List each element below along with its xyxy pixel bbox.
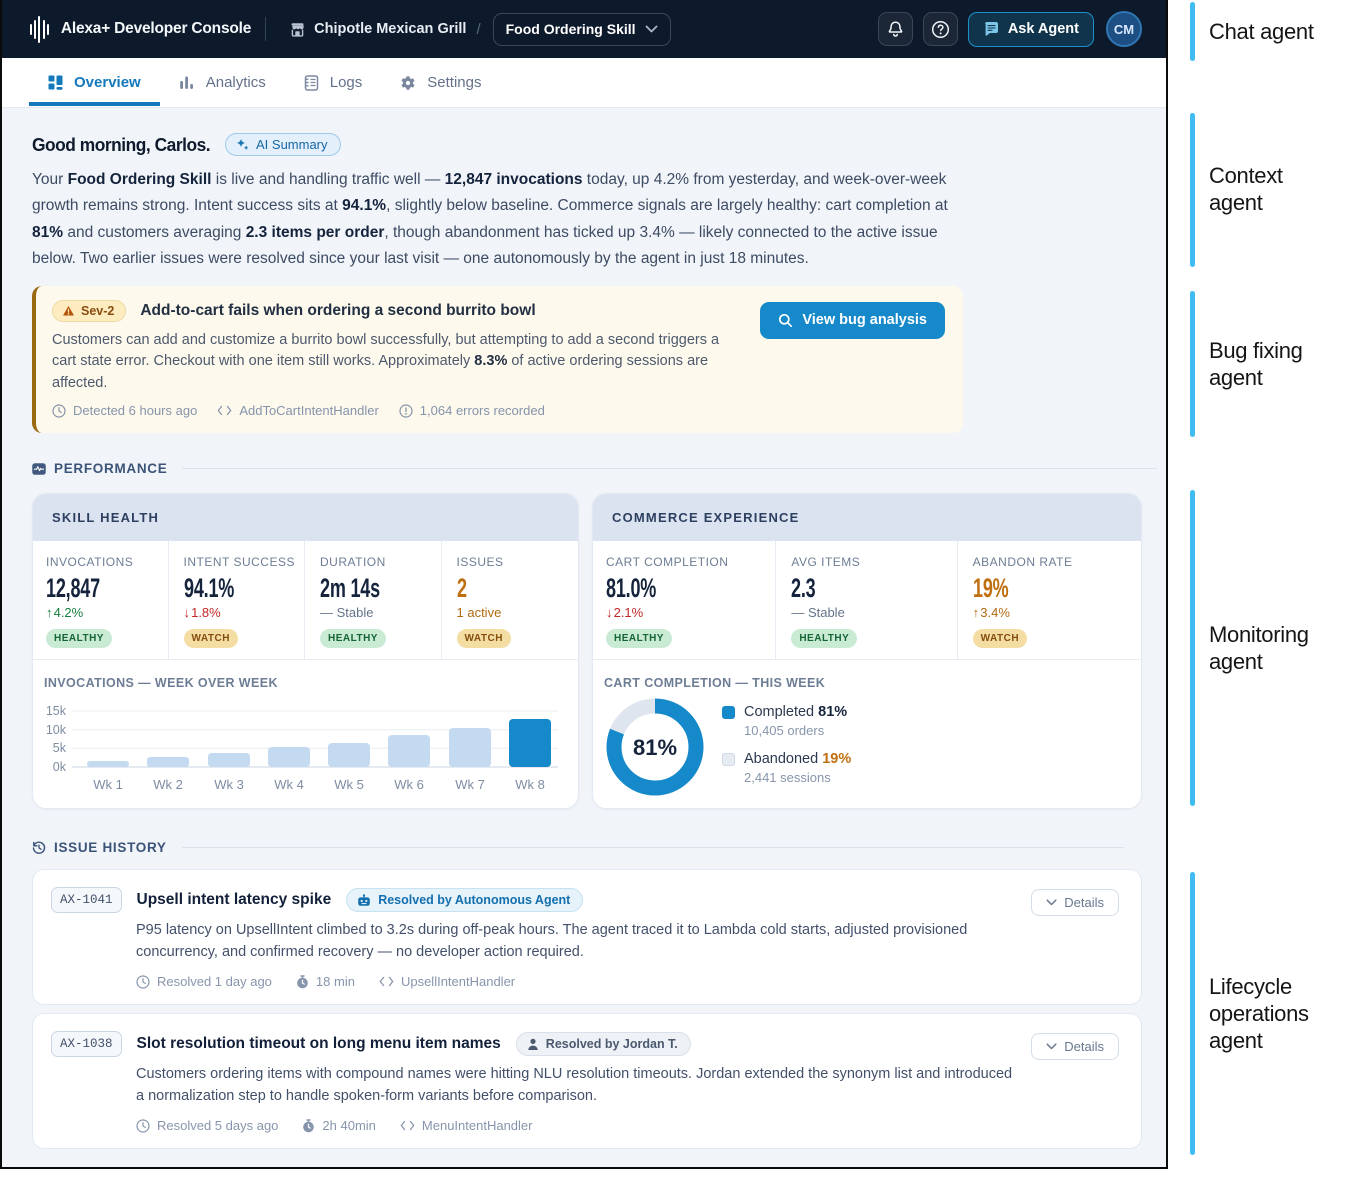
- svg-text:5k: 5k: [53, 741, 67, 755]
- svg-text:Wk 8: Wk 8: [515, 777, 545, 792]
- svg-text:Wk 7: Wk 7: [455, 777, 485, 792]
- svg-text:Wk 2: Wk 2: [153, 777, 183, 792]
- svg-text:15k: 15k: [46, 704, 67, 718]
- svg-text:Wk 3: Wk 3: [214, 777, 244, 792]
- svg-text:Wk 4: Wk 4: [274, 777, 304, 792]
- svg-text:10k: 10k: [46, 723, 67, 737]
- svg-text:Wk 5: Wk 5: [334, 777, 364, 792]
- svg-text:Wk 1: Wk 1: [93, 777, 123, 792]
- svg-text:Wk 6: Wk 6: [394, 777, 424, 792]
- svg-text:81%: 81%: [633, 735, 677, 760]
- svg-text:0k: 0k: [53, 760, 67, 774]
